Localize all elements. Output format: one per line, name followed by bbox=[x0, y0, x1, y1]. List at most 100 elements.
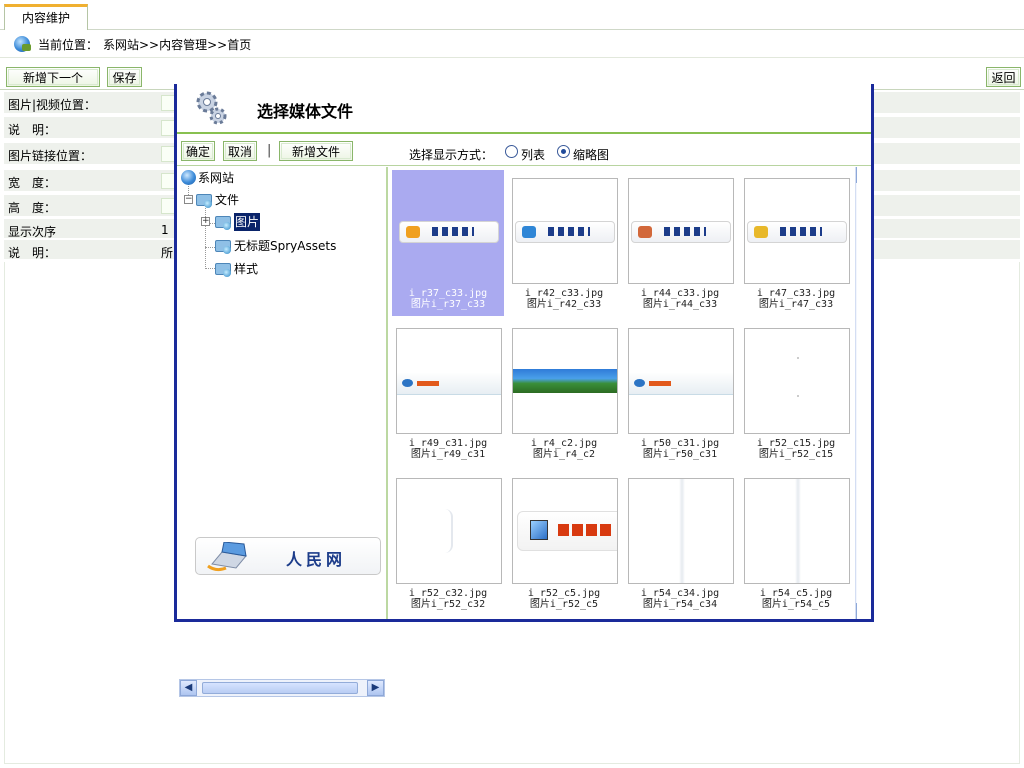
file-item[interactable]: i_r52_c5.jpg 图片i_r52_c5 bbox=[508, 470, 620, 616]
file-title: 图片i_r52_c15 bbox=[758, 449, 834, 460]
toolbar-separator: | bbox=[267, 143, 272, 158]
banner-image bbox=[629, 373, 733, 395]
file-item[interactable]: i_r42_c33.jpg 图片i_r42_c33 bbox=[508, 170, 620, 316]
divider-image-mark bbox=[679, 479, 685, 583]
grid-vertical-scrollbar[interactable]: ▲ ▼ bbox=[855, 167, 857, 619]
breadcrumb-label: 当前位置： bbox=[38, 38, 99, 52]
file-item[interactable]: i_r49_c31.jpg 图片i_r49_c31 bbox=[392, 320, 504, 466]
form-label: 图片链接位置： bbox=[8, 149, 93, 163]
banner-text-mark bbox=[558, 524, 614, 536]
folder-icon bbox=[196, 194, 212, 208]
image-preview: 人民网 bbox=[195, 537, 381, 575]
globe-icon bbox=[14, 36, 31, 52]
file-thumbnail bbox=[628, 328, 734, 434]
file-thumbnail bbox=[744, 328, 850, 434]
new-file-button-label: 新增文件 bbox=[281, 143, 351, 159]
display-order-input[interactable]: 1 bbox=[161, 223, 169, 237]
file-thumbnail bbox=[396, 178, 502, 284]
logo-text-mark bbox=[780, 227, 822, 236]
file-title: 图片i_r52_c32 bbox=[410, 599, 486, 610]
file-thumbnail bbox=[628, 478, 734, 584]
cancel-button[interactable]: 取消 bbox=[223, 141, 257, 161]
list-mode-radio[interactable] bbox=[505, 145, 518, 158]
file-title: 图片i_r49_c31 bbox=[410, 449, 486, 460]
photo-icon bbox=[530, 520, 548, 540]
file-title: 图片i_r52_c5 bbox=[529, 599, 599, 610]
divider-image-mark bbox=[795, 479, 801, 583]
tree-node-label: 样式 bbox=[234, 262, 259, 276]
tree-connector bbox=[205, 205, 206, 267]
scroll-up-icon[interactable]: ▲ bbox=[856, 167, 857, 183]
save-button[interactable]: 保存 bbox=[107, 67, 142, 87]
page: 内容维护 当前位置： 系网站>>内容管理>>首页 新增下一个 保存 返回 图片|… bbox=[0, 0, 1024, 768]
add-next-button[interactable]: 新增下一个 bbox=[6, 67, 100, 87]
blank-image-mark bbox=[797, 357, 799, 359]
logo-mark bbox=[754, 226, 768, 238]
banner-image bbox=[397, 373, 501, 395]
remark-text: 所 bbox=[161, 246, 174, 260]
tree-horizontal-scrollbar[interactable]: ◀ ▶ bbox=[179, 679, 385, 697]
media-picker-dialog: 选择媒体文件 确定 取消 | 新增文件 选择显示方式： 列表 缩略图 系网站 −… bbox=[174, 84, 874, 697]
back-button-label: 返回 bbox=[988, 69, 1019, 85]
logo-image bbox=[515, 221, 615, 243]
breadcrumb: 当前位置： 系网站>>内容管理>>首页 bbox=[0, 30, 1024, 58]
file-thumbnail bbox=[512, 478, 618, 584]
collapse-icon[interactable]: − bbox=[184, 195, 193, 204]
cancel-button-label: 取消 bbox=[225, 143, 255, 159]
file-thumbnail bbox=[628, 178, 734, 284]
file-thumbnail bbox=[744, 178, 850, 284]
file-item[interactable]: i_r44_c33.jpg 图片i_r44_c33 bbox=[624, 170, 736, 316]
file-item[interactable]: i_r37_c33.jpg 图片i_r37_c33 bbox=[392, 170, 504, 316]
tree-node-label: 系网站 bbox=[198, 171, 235, 185]
file-thumbnail bbox=[512, 178, 618, 284]
phone-icon bbox=[634, 379, 645, 387]
file-item[interactable]: i_r54_c34.jpg 图片i_r54_c34 bbox=[624, 470, 736, 616]
file-item[interactable]: i_r4_c2.jpg 图片i_r4_c2 bbox=[508, 320, 620, 466]
file-item[interactable]: i_r50_c31.jpg 图片i_r50_c31 bbox=[624, 320, 736, 466]
preview-caption: 人民网 bbox=[286, 550, 347, 569]
file-thumbnail bbox=[396, 478, 502, 584]
file-title: 图片i_r50_c31 bbox=[642, 449, 718, 460]
tab-content-maintenance[interactable]: 内容维护 bbox=[4, 4, 88, 30]
ok-button[interactable]: 确定 bbox=[181, 141, 215, 161]
logo-image bbox=[747, 221, 847, 243]
save-button-label: 保存 bbox=[109, 69, 140, 85]
new-file-button[interactable]: 新增文件 bbox=[279, 141, 353, 161]
banner-text-mark bbox=[417, 381, 439, 386]
form-label: 图片|视频位置： bbox=[8, 98, 97, 112]
phone-icon bbox=[402, 379, 413, 387]
file-item[interactable]: i_r54_c5.jpg 图片i_r54_c5 bbox=[740, 470, 852, 616]
scroll-right-icon[interactable]: ▶ bbox=[367, 680, 384, 696]
dialog-title: 选择媒体文件 bbox=[257, 102, 354, 121]
logo-mark bbox=[638, 226, 652, 238]
scrollbar-thumb[interactable] bbox=[202, 682, 358, 694]
form-label: 显示次序 bbox=[8, 225, 57, 239]
logo-image bbox=[399, 221, 499, 243]
ok-button-label: 确定 bbox=[183, 143, 213, 159]
logo-text-mark bbox=[548, 227, 590, 236]
scroll-left-icon[interactable]: ◀ bbox=[180, 680, 197, 696]
folder-icon bbox=[215, 216, 231, 230]
expand-icon[interactable]: + bbox=[201, 217, 210, 226]
scroll-down-icon[interactable]: ▼ bbox=[856, 603, 857, 619]
breadcrumb-path: 系网站>>内容管理>>首页 bbox=[103, 38, 252, 52]
file-item[interactable]: i_r52_c15.jpg 图片i_r52_c15 bbox=[740, 320, 852, 466]
file-item[interactable]: i_r52_c32.jpg 图片i_r52_c32 bbox=[392, 470, 504, 616]
file-name: i_r54_c5.jpg bbox=[759, 588, 833, 599]
file-name: i_r4_c2.jpg bbox=[530, 438, 598, 449]
tree-node-label: 文件 bbox=[215, 193, 240, 207]
list-mode-label[interactable]: 列表 bbox=[521, 146, 545, 163]
file-thumbnail-grid: i_r37_c33.jpg 图片i_r37_c33 i_r42_c33.jpg … bbox=[390, 167, 857, 619]
logo-mark bbox=[522, 226, 536, 238]
file-title: 图片i_r54_c34 bbox=[642, 599, 718, 610]
back-button[interactable]: 返回 bbox=[986, 67, 1021, 87]
form-label: 高 度： bbox=[8, 201, 57, 215]
file-item[interactable]: i_r47_c33.jpg 图片i_r47_c33 bbox=[740, 170, 852, 316]
tab-strip: 内容维护 bbox=[0, 0, 1024, 30]
form-label: 宽 度： bbox=[8, 176, 57, 190]
folder-icon bbox=[215, 240, 231, 254]
laptop-icon bbox=[207, 542, 247, 572]
folder-tree: 系网站 − 文件 + 图片 无标题SpryAssets 样式 人民网 ◀ ▶ bbox=[177, 167, 388, 697]
thumbnail-mode-radio[interactable] bbox=[557, 145, 570, 158]
thumbnail-mode-label[interactable]: 缩略图 bbox=[573, 146, 609, 163]
